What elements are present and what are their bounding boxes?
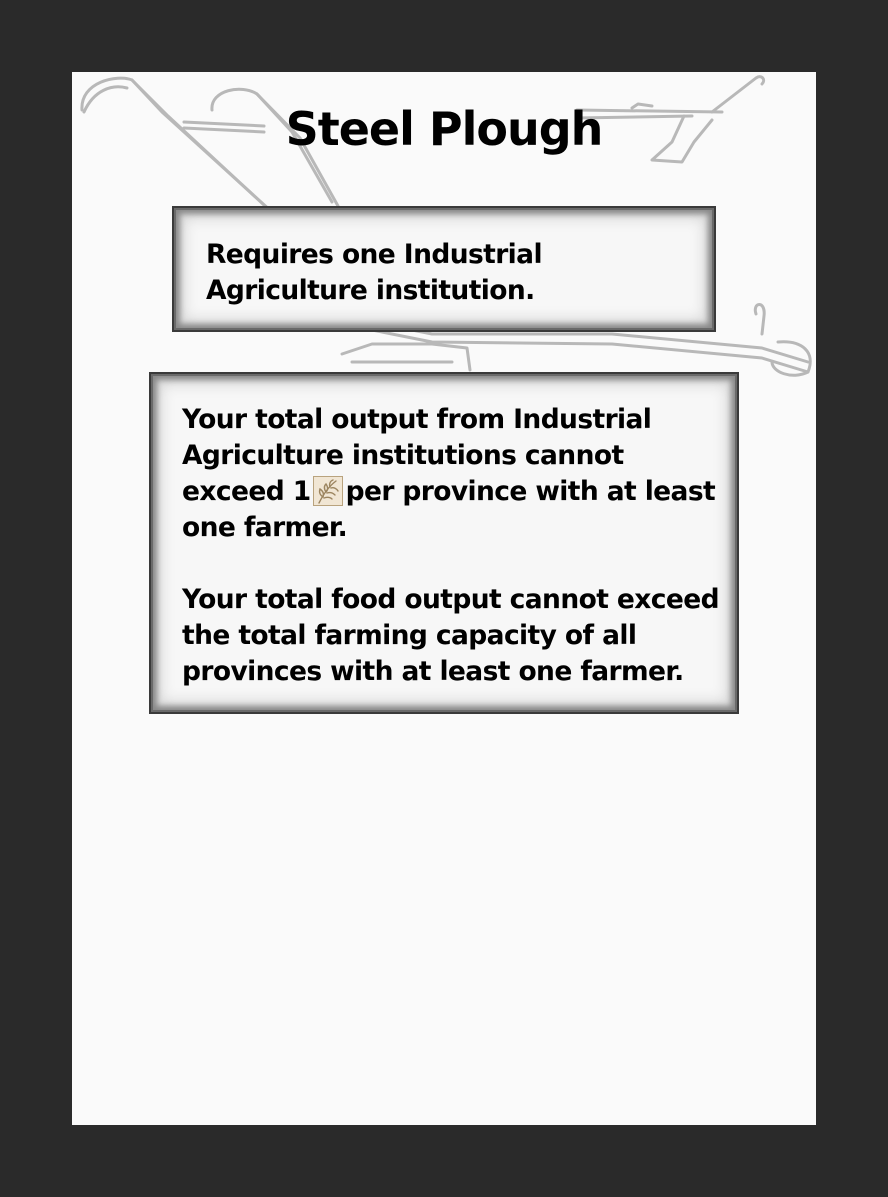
wheat-food-icon [312,476,343,506]
game-card: Steel Plough Requires one Industrial Agr… [72,72,816,1125]
effect-box: Your total output from Industrial Agricu… [149,372,739,714]
effect-amount: 1 [292,476,311,507]
card-title: Steel Plough [285,102,604,156]
effect-text: Your total output from Industrial Agricu… [182,402,732,690]
requirement-text: Requires one Industrial Agriculture inst… [206,239,543,306]
requirement-box: Requires one Industrial Agriculture inst… [172,206,716,332]
effect-paragraph-1: Your total output from Industrial Agricu… [182,402,732,546]
effect-paragraph-2: Your total food output cannot exceed the… [182,584,720,687]
